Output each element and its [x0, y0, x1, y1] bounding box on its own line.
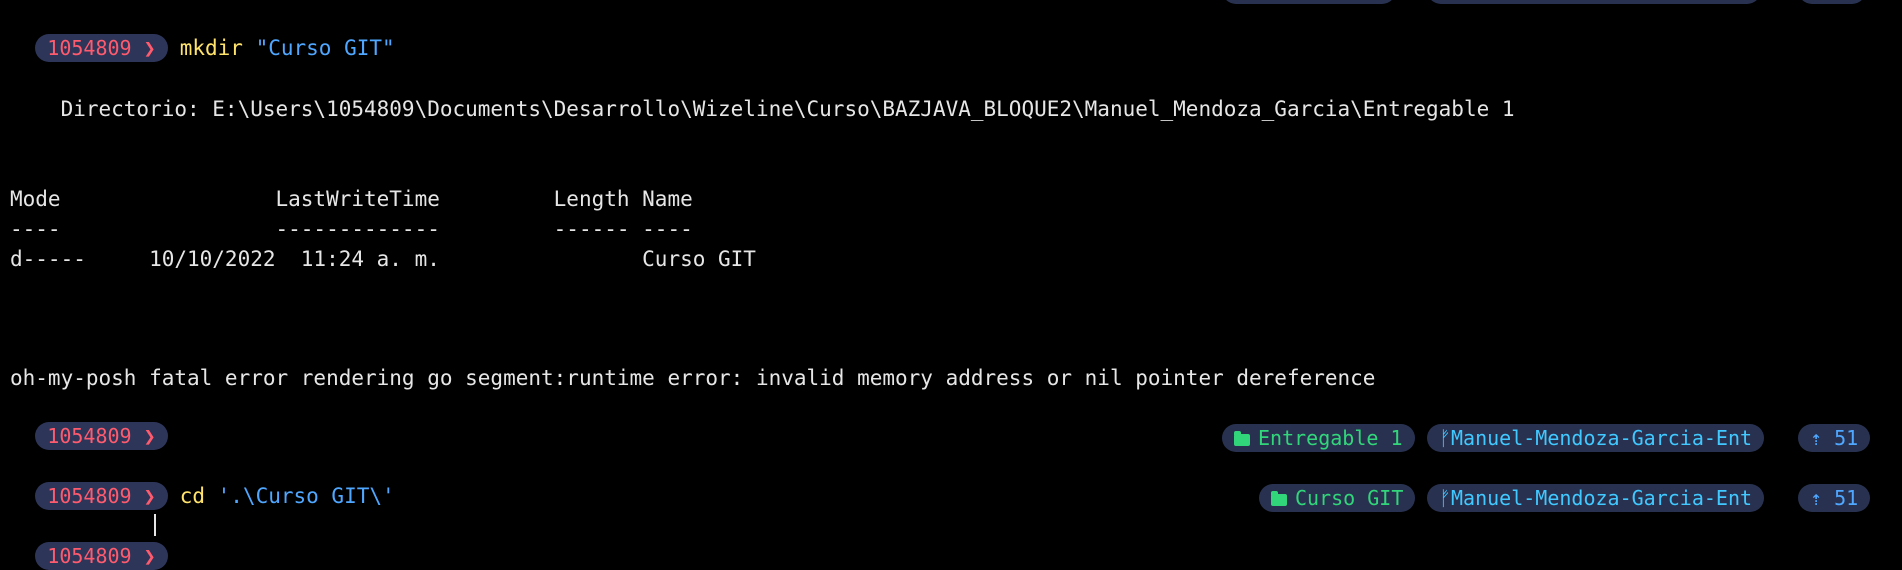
right-prompt-folder-segment: Entregable 1: [1222, 424, 1415, 452]
commits-ahead: ⇡ 51: [1810, 426, 1859, 450]
table-row: d----- 10/10/2022 11:24 a. m. Curso GIT: [10, 247, 756, 271]
prompt-user: 1054809: [47, 36, 132, 60]
command-line-cd: 1054809 ❯ cd '.\Curso GIT\': [10, 454, 395, 510]
right-prompt-ahead-segment-top: [1798, 0, 1866, 4]
prompt-badge: 1054809 ❯: [35, 542, 168, 570]
table-separator: ---- ------------- ------ ----: [10, 217, 693, 241]
command-name: cd: [179, 484, 205, 508]
chevron-right-icon: ❯: [143, 36, 156, 60]
right-prompt-folder-segment-top: [1222, 0, 1396, 4]
chevron-right-icon: ❯: [143, 544, 156, 568]
chevron-right-icon: ❯: [143, 424, 156, 448]
git-branch-label: ᚠManuel-Mendoza-Garcia-Ent: [1439, 486, 1753, 510]
command-name: mkdir: [179, 36, 243, 60]
folder-icon: [1234, 431, 1250, 446]
folder-name: Curso GIT: [1295, 486, 1404, 510]
current-prompt-line[interactable]: 1054809 ❯: [10, 514, 168, 570]
right-prompt-branch-segment: ᚠManuel-Mendoza-Garcia-Ent: [1427, 484, 1765, 512]
error-message: oh-my-posh fatal error rendering go segm…: [10, 366, 1376, 390]
prompt-badge: 1054809 ❯: [35, 34, 168, 62]
folder-name: Entregable 1: [1258, 426, 1403, 450]
right-prompt-branch-segment-top: [1427, 0, 1761, 4]
prompt-user: 1054809: [47, 484, 132, 508]
directory-line: Directorio: E:\Users\1054809\Documents\D…: [10, 97, 1515, 121]
commits-ahead: ⇡ 51: [1810, 486, 1859, 510]
command-line-mkdir: 1054809 ❯ mkdir "Curso GIT": [10, 6, 395, 62]
command-argument: '.\Curso GIT\': [217, 484, 395, 508]
right-prompt-ahead-segment: ⇡ 51: [1798, 424, 1871, 452]
prompt-user: 1054809: [47, 424, 132, 448]
empty-prompt-line: 1054809 ❯: [10, 394, 168, 450]
right-prompt-branch-segment: ᚠManuel-Mendoza-Garcia-Ent: [1427, 424, 1765, 452]
prompt-badge: 1054809 ❯: [35, 482, 168, 510]
git-branch-label: ᚠManuel-Mendoza-Garcia-Ent: [1439, 426, 1753, 450]
text-cursor: [154, 514, 156, 536]
prompt-user: 1054809: [47, 544, 132, 568]
command-argument: "Curso GIT": [255, 36, 395, 60]
chevron-right-icon: ❯: [143, 484, 156, 508]
right-prompt-folder-segment: Curso GIT: [1259, 484, 1416, 512]
folder-icon: [1271, 491, 1287, 506]
right-prompt-ahead-segment: ⇡ 51: [1798, 484, 1871, 512]
table-header: Mode LastWriteTime Length Name: [10, 187, 693, 211]
prompt-badge: 1054809 ❯: [35, 422, 168, 450]
